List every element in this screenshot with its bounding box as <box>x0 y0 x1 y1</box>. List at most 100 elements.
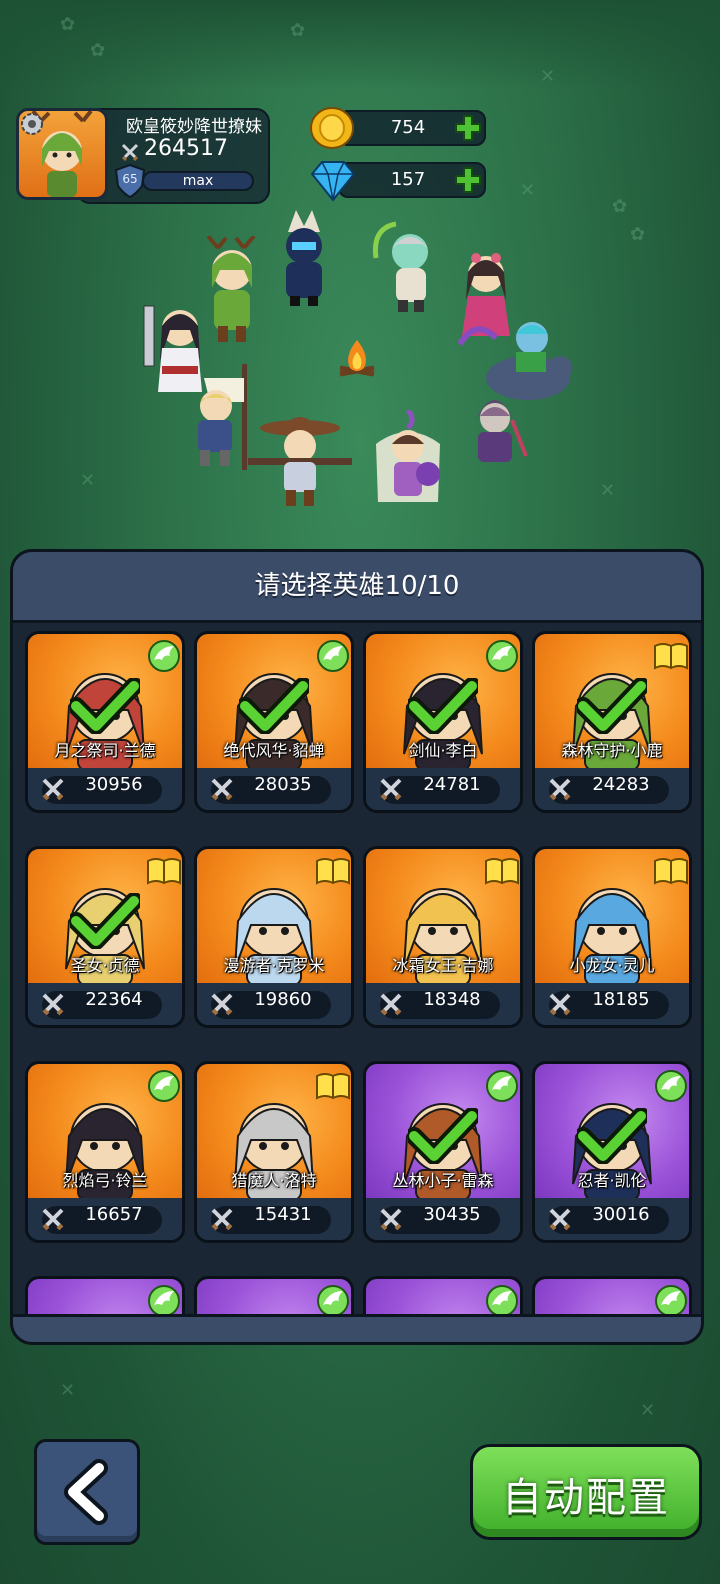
hero-name: 森林守护·小鹿 <box>561 741 663 760</box>
avatar[interactable] <box>16 108 108 200</box>
hero-card[interactable] <box>25 1276 185 1315</box>
wing-icon <box>486 1070 518 1102</box>
book-icon <box>654 858 688 885</box>
hero-power-row: 15431 <box>197 1198 351 1240</box>
auto-configure-button[interactable]: 自动配置 <box>470 1444 702 1540</box>
hero-name: 漫游者·克罗米 <box>223 956 325 975</box>
sword-icon <box>549 993 571 1016</box>
hero-power-row: 30016 <box>535 1198 689 1240</box>
grass-decoration: ✕ <box>540 66 556 87</box>
wing-icon <box>655 1285 687 1315</box>
hero-card[interactable]: 圣女·贞德 22364 <box>25 846 185 1028</box>
hero-power-row: 24283 <box>535 768 689 810</box>
wing-icon <box>148 1070 180 1102</box>
sword-icon <box>42 1208 64 1231</box>
hero-name: 月之祭司·兰德 <box>54 741 156 760</box>
hero-card[interactable]: 绝代风华·貂蝉 28035 <box>194 631 354 813</box>
selected-check-icon <box>577 1108 647 1164</box>
hero-figure-dancer <box>376 410 440 502</box>
hero-card[interactable]: 猎魔人·洛特 15431 <box>194 1061 354 1243</box>
hero-name: 圣女·贞德 <box>70 956 140 975</box>
hero-portrait: 绝代风华·貂蝉 <box>197 634 351 768</box>
hero-figure-dragon <box>372 221 428 312</box>
hero-power-row: 30956 <box>28 768 182 810</box>
book-icon <box>316 1073 350 1100</box>
hero-card[interactable]: 忍者·凯伦 30016 <box>532 1061 692 1243</box>
hero-portrait: 剑仙·李白 <box>366 634 520 768</box>
sword-icon <box>42 778 64 801</box>
hero-portrait: 森林守护·小鹿 <box>535 634 689 768</box>
hero-name: 剑仙·李白 <box>408 741 478 760</box>
hero-card[interactable]: 剑仙·李白 24781 <box>363 631 523 813</box>
hero-power: 18348 <box>423 989 481 1010</box>
hero-power: 16657 <box>85 1204 143 1225</box>
hero-figure-gunner <box>248 417 352 506</box>
background-fade <box>0 0 720 90</box>
sword-icon <box>549 778 571 801</box>
add-gold-button[interactable] <box>454 114 482 142</box>
gold-value: 754 <box>390 117 426 138</box>
hero-power: 18185 <box>592 989 650 1010</box>
grass-decoration: ✿ <box>60 14 76 35</box>
wing-icon <box>655 1070 687 1102</box>
hero-card[interactable] <box>532 1276 692 1315</box>
hero-power: 22364 <box>85 989 143 1010</box>
hero-card[interactable] <box>194 1276 354 1315</box>
sword-icon <box>211 1208 233 1231</box>
hero-power-row: 16657 <box>28 1198 182 1240</box>
player-card[interactable]: 欧皇筱妙降世撩妹 264517 65 max <box>16 108 270 204</box>
hero-card[interactable] <box>363 1276 523 1315</box>
back-button[interactable] <box>34 1439 140 1545</box>
hero-grid[interactable]: 月之祭司·兰德 30956 绝代风华·貂蝉 28035 剑仙·李白 24781 森林守护·小… <box>13 623 701 1315</box>
hero-card[interactable]: 月之祭司·兰德 30956 <box>25 631 185 813</box>
grass-decoration: ✕ <box>80 470 96 491</box>
gear-icon[interactable] <box>19 111 45 137</box>
xp-bar: max <box>142 171 254 191</box>
grass-decoration: ✿ <box>290 20 306 41</box>
diamond-value: 157 <box>390 169 426 190</box>
hero-portrait: 丛林小子·雷森 <box>366 1064 520 1198</box>
hero-card[interactable]: 烈焰弓·铃兰 16657 <box>25 1061 185 1243</box>
panel-title: 请选择英雄10/10 <box>254 571 460 601</box>
hero-power-row: 22364 <box>28 983 182 1025</box>
hero-card[interactable]: 丛林小子·雷森 30435 <box>363 1061 523 1243</box>
add-diamond-button[interactable] <box>454 166 482 194</box>
hero-select-panel: 请选择英雄10/10 月之祭司·兰德 30956 绝代风华·貂蝉 28035 剑仙·李白… <box>10 549 704 1345</box>
hero-power: 24781 <box>423 774 481 795</box>
sword-icon <box>380 1208 402 1231</box>
hero-power: 30956 <box>85 774 143 795</box>
sword-icon <box>380 993 402 1016</box>
sword-icon <box>121 143 139 162</box>
hero-card[interactable]: 小龙女·灵儿 18185 <box>532 846 692 1028</box>
hero-portrait: 圣女·贞德 <box>28 849 182 983</box>
book-icon <box>654 643 688 670</box>
hero-name: 烈焰弓·铃兰 <box>62 1171 148 1190</box>
hero-power-row: 30435 <box>366 1198 520 1240</box>
hero-portrait <box>197 1279 351 1315</box>
player-power: 264517 <box>144 136 228 161</box>
hero-power-row: 24781 <box>366 768 520 810</box>
grass-decoration: ✿ <box>630 224 646 245</box>
hero-card[interactable]: 漫游者·克罗米 19860 <box>194 846 354 1028</box>
hero-power: 15431 <box>254 1204 312 1225</box>
hero-figure-rogue <box>476 400 528 462</box>
sword-icon <box>42 993 64 1016</box>
hero-card[interactable]: 森林守护·小鹿 24283 <box>532 631 692 813</box>
hero-power-row: 28035 <box>197 768 351 810</box>
hero-power-row: 18348 <box>366 983 520 1025</box>
diamond-counter: 157 <box>308 158 488 202</box>
hero-name: 绝代风华·貂蝉 <box>223 741 325 760</box>
hero-portrait: 小龙女·灵儿 <box>535 849 689 983</box>
sword-icon <box>211 778 233 801</box>
wing-icon <box>148 1285 180 1315</box>
hero-card[interactable]: 冰霜女王·吉娜 18348 <box>363 846 523 1028</box>
player-level: 65 <box>122 172 138 186</box>
grass-decoration: ✿ <box>90 40 106 61</box>
grass-decoration: ✿ <box>612 196 628 217</box>
hero-power: 30435 <box>423 1204 481 1225</box>
hero-power: 30016 <box>592 1204 650 1225</box>
hero-portrait: 忍者·凯伦 <box>535 1064 689 1198</box>
hero-portrait: 漫游者·克罗米 <box>197 849 351 983</box>
book-icon <box>485 858 519 885</box>
wing-icon <box>486 640 518 672</box>
